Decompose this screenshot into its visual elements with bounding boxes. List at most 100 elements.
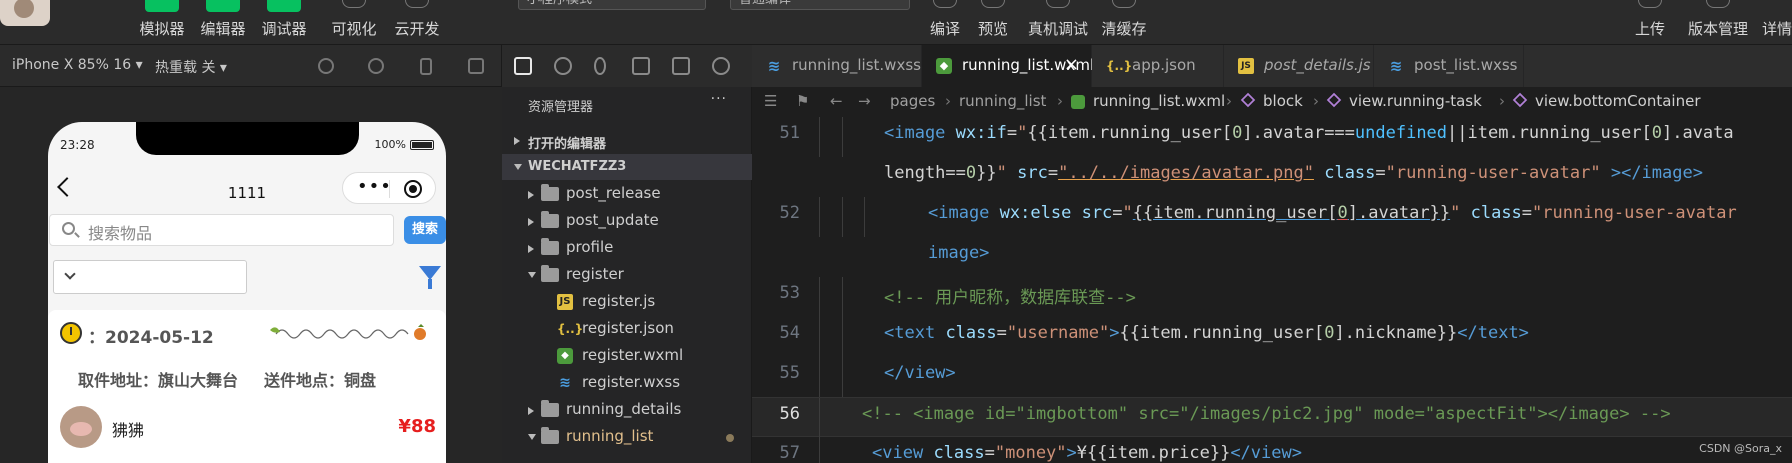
wxss-file-icon: ≋ <box>559 375 571 391</box>
close-icon[interactable]: × <box>1064 54 1079 75</box>
editor-tab[interactable]: ◆ running_list.wxml × <box>922 45 1094 87</box>
upload-icon <box>1638 0 1662 8</box>
chevron-right-icon <box>528 218 534 226</box>
tree-file[interactable]: ◆ register.wxml <box>502 343 752 370</box>
editor-tab[interactable]: ≋ post_list.wxss <box>1374 45 1524 87</box>
clear-cache-button[interactable]: 清缓存 <box>1098 0 1150 44</box>
popout-icon[interactable] <box>468 58 484 74</box>
code-editor: ≋ running_list.wxss ◆ running_list.wxml × {..… <box>752 45 1792 463</box>
wxss-file-icon: ≋ <box>767 57 781 75</box>
folder-icon <box>541 211 559 228</box>
folder-icon <box>541 427 559 444</box>
search-button[interactable]: 搜索 <box>404 216 446 244</box>
task-card[interactable]: ：2024-05-12 取件地址：旗山大舞台 送件地点：铜盘 狒狒 ¥88 <box>48 310 446 463</box>
breadcrumb-item[interactable]: running_list.wxml <box>1093 92 1225 110</box>
tree-folder[interactable]: post_release <box>502 181 752 208</box>
user-avatar <box>60 406 102 448</box>
code-line: 54 <text class="username">{{item.running… <box>752 317 1792 357</box>
wxml-file-icon: ◆ <box>936 58 952 74</box>
project-section[interactable]: WECHATFZZ3 <box>502 154 752 180</box>
source-control-icon[interactable] <box>594 57 606 75</box>
status-battery: 100% <box>375 138 434 151</box>
details-button[interactable]: 详情 <box>1760 0 1792 44</box>
remote-debug-button[interactable]: 真机调试 <box>1024 0 1092 44</box>
cube-icon <box>1326 92 1342 110</box>
search-icon[interactable] <box>554 57 572 75</box>
forward-arrow-icon[interactable]: → <box>858 92 871 110</box>
compile-mode-select[interactable]: 普通编译 <box>730 0 910 10</box>
breadcrumb: ☰ ⚑ ← → pages › running_list › running_l… <box>752 87 1792 117</box>
simulator-toggle-button[interactable]: 模拟器 <box>134 0 190 44</box>
breadcrumb-item[interactable]: pages <box>890 92 935 110</box>
open-editors-section[interactable]: 打开的编辑器 <box>502 128 752 154</box>
delivery-address: 送件地点：铜盘 <box>264 371 377 390</box>
cube-icon <box>1512 92 1528 110</box>
breadcrumb-item[interactable]: running_list <box>959 92 1046 110</box>
miniprogram-capsule[interactable]: ••• <box>342 172 436 204</box>
rotate-icon[interactable] <box>318 58 334 74</box>
breadcrumb-item[interactable]: view.bottomContainer <box>1535 92 1700 110</box>
upload-button[interactable]: 上传 <box>1630 0 1670 44</box>
username: 狒狒 <box>112 421 145 440</box>
docker-icon[interactable] <box>712 57 730 75</box>
chevron-down-icon <box>528 434 536 440</box>
cloud-dev-button[interactable]: 云开发 <box>389 0 445 44</box>
tree-folder[interactable]: running_list <box>502 424 752 451</box>
outline-icon[interactable]: ☰ <box>764 92 777 110</box>
cube-icon <box>1240 92 1256 110</box>
user-avatar[interactable] <box>0 0 50 26</box>
js-file-icon: JS <box>1238 58 1254 74</box>
compile-button[interactable]: 编译 <box>925 0 965 44</box>
explorer-more-icon[interactable]: ··· <box>711 91 727 107</box>
remote-debug-icon <box>1046 0 1070 8</box>
save-icon[interactable] <box>672 57 690 75</box>
tree-folder[interactable]: running_details <box>502 397 752 424</box>
more-dots-icon[interactable]: ••• <box>357 178 392 196</box>
preview-button[interactable]: 预览 <box>973 0 1013 44</box>
phone-icon[interactable] <box>420 58 432 75</box>
code-line: image> <box>928 243 990 263</box>
extensions-icon[interactable] <box>632 57 650 75</box>
chevron-right-icon <box>528 407 534 415</box>
editor-toggle-button[interactable]: 编辑器 <box>195 0 251 44</box>
close-target-icon[interactable] <box>404 180 422 198</box>
simulator-viewport: 23:28 100% 1111 ••• 搜索物品 搜索 ：2024-05-12 … <box>0 87 502 463</box>
filter-dropdown[interactable] <box>53 260 247 294</box>
simulator-toolbar: iPhone X 85% 16 ▾ 热重载 关 ▾ <box>0 45 501 87</box>
tree-file[interactable]: ≋ register.wxss <box>502 370 752 397</box>
back-arrow-icon[interactable]: ← <box>830 92 843 110</box>
wxml-file-icon: ◆ <box>557 348 573 364</box>
search-input[interactable]: 搜索物品 <box>49 214 394 246</box>
breadcrumb-item[interactable]: view.running-task <box>1349 92 1482 110</box>
mode-select[interactable]: 小程序模式 <box>518 0 706 10</box>
filter-funnel-icon[interactable] <box>419 266 441 289</box>
visual-button[interactable]: 可视化 <box>326 0 382 44</box>
tree-folder[interactable]: post_update <box>502 208 752 235</box>
version-manage-button[interactable]: 版本管理 <box>1682 0 1754 44</box>
code-line: 51 <image wx:if="{{item.running_user[0].… <box>752 117 1792 157</box>
files-icon[interactable] <box>514 57 532 75</box>
tree-file[interactable]: JS register.js <box>502 289 752 316</box>
simulator-icon <box>145 0 179 12</box>
editor-tab[interactable]: ≋ running_list.wxss <box>752 45 922 87</box>
top-toolbar: 模拟器 编辑器 调试器 可视化 云开发 小程序模式 普通编译 编译 预览 真机调… <box>0 0 1792 45</box>
json-file-icon: {..} <box>1106 59 1133 73</box>
phone-notch <box>136 122 359 155</box>
bookmark-icon[interactable]: ⚑ <box>796 92 809 110</box>
editor-tab[interactable]: {..} app.json <box>1092 45 1224 87</box>
wxml-file-icon <box>1071 95 1085 109</box>
tree-folder[interactable]: profile <box>502 235 752 262</box>
current-code-line: 56 <!-- <image id="imgbottom" src="/imag… <box>752 397 1792 438</box>
device-select[interactable]: iPhone X 85% 16 ▾ <box>12 57 143 73</box>
debugger-toggle-button[interactable]: 调试器 <box>256 0 312 44</box>
tree-file[interactable]: {..} register.json <box>502 316 752 343</box>
tree-folder[interactable]: register <box>502 262 752 289</box>
chevron-right-icon <box>514 137 520 145</box>
code-area[interactable]: 51 <image wx:if="{{item.running_user[0].… <box>752 117 1792 463</box>
code-line: 53 <!-- 用户昵称，数据库联查--> <box>752 277 1792 317</box>
hot-reload-toggle[interactable]: 热重载 关 ▾ <box>155 57 227 77</box>
editor-tab[interactable]: JS post_details.js <box>1224 45 1374 87</box>
stop-icon[interactable] <box>368 58 384 74</box>
breadcrumb-item[interactable]: block <box>1263 92 1303 110</box>
chevron-right-icon <box>528 245 534 253</box>
